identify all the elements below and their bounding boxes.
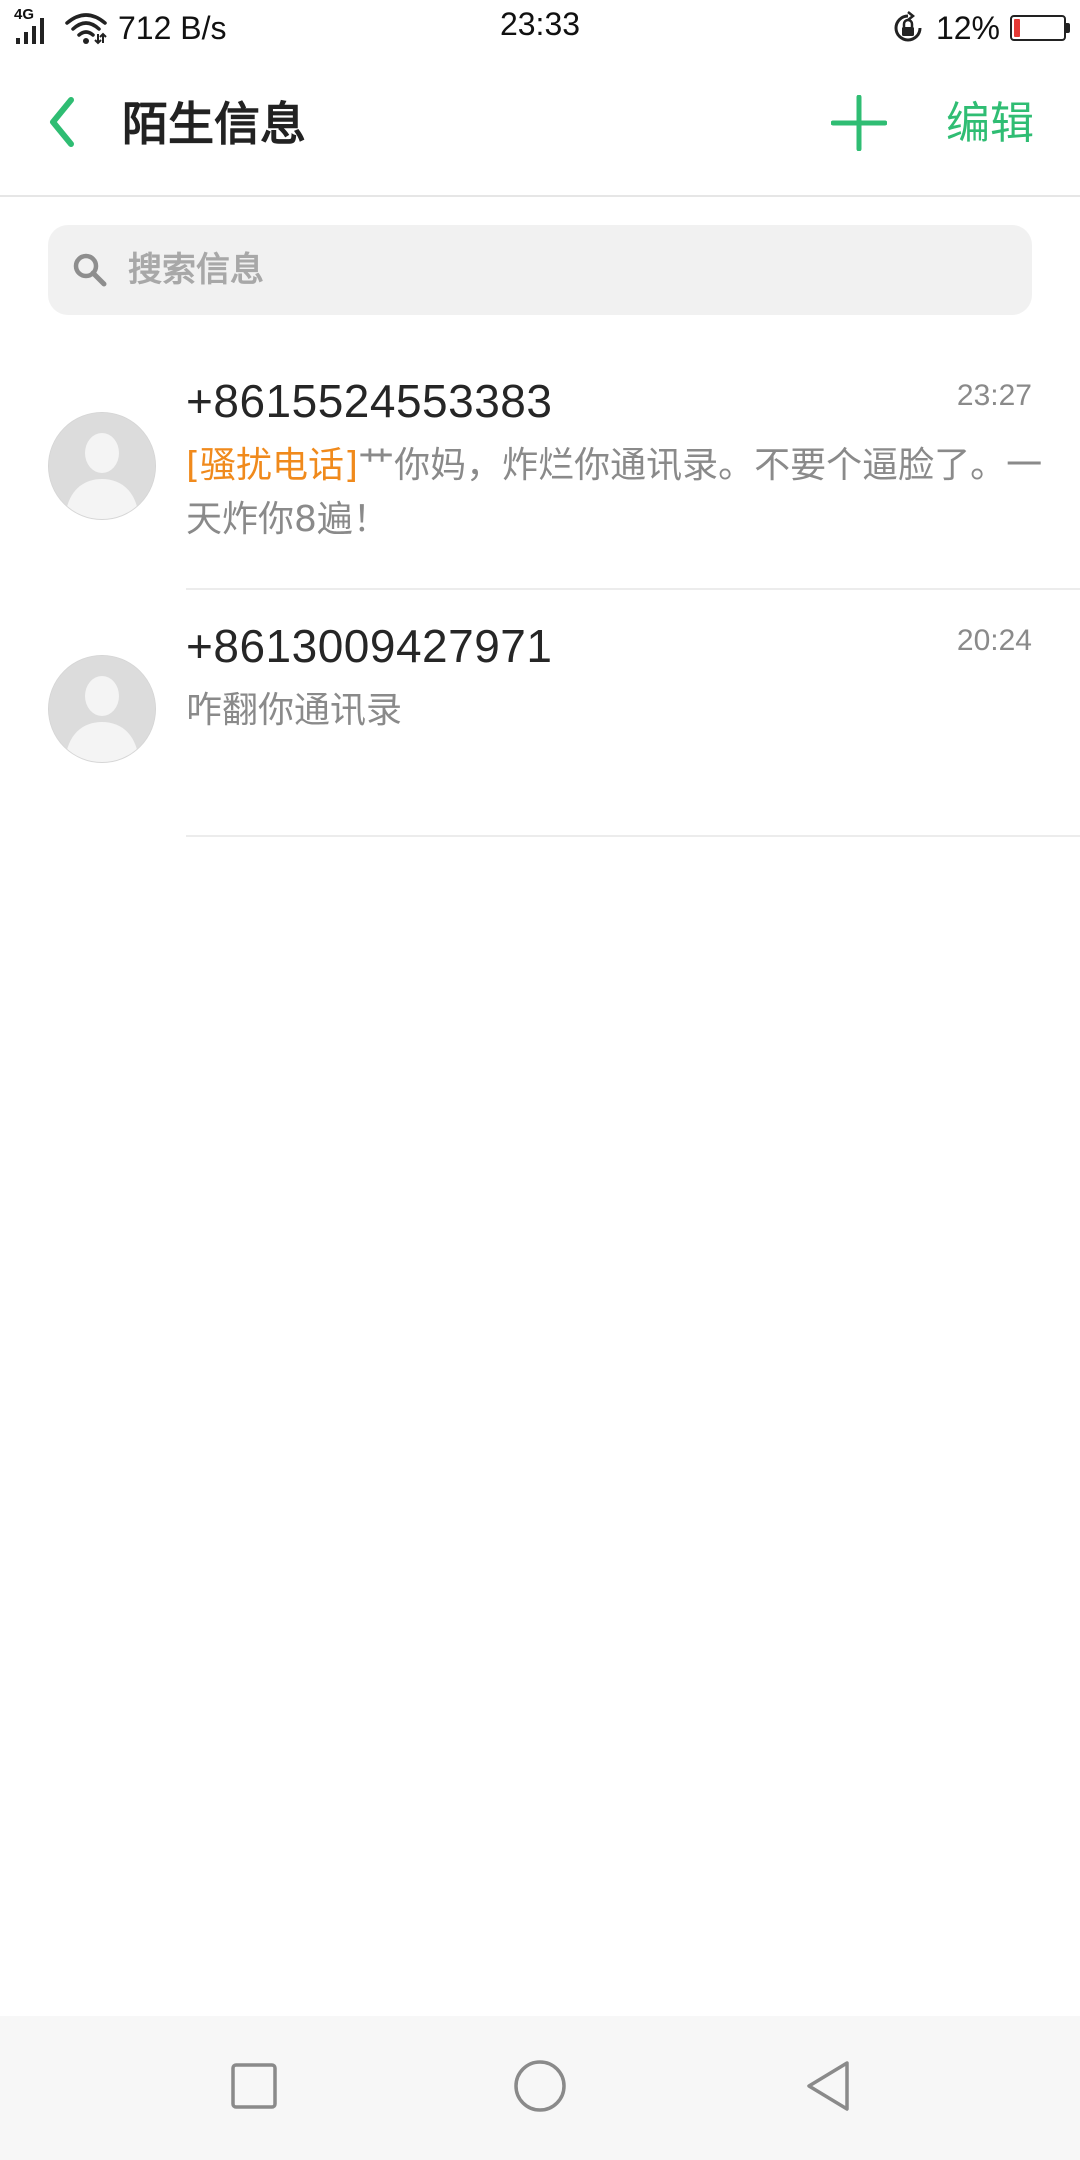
conversation-item[interactable]: +8613009427971 20:24 咋翻你通讯录 — [0, 590, 1080, 837]
page-title: 陌生信息 — [122, 97, 306, 151]
add-button[interactable] — [826, 92, 892, 158]
back-button[interactable] — [30, 92, 94, 156]
plus-icon — [830, 94, 888, 155]
navigation-bar — [0, 2016, 1080, 2160]
battery-level — [1014, 19, 1020, 37]
wifi-icon — [64, 10, 108, 46]
spam-tag: [骚扰电话] — [186, 445, 359, 486]
conversation-item[interactable]: +8615524553383 23:27 [骚扰电话]艹你妈，炸烂你通讯录。不要… — [0, 345, 1080, 590]
home-button[interactable] — [508, 2056, 572, 2120]
back-nav-button[interactable] — [796, 2056, 860, 2120]
divider — [186, 835, 1080, 837]
status-right: 12% — [890, 6, 1070, 50]
conversation-time: 23:27 — [956, 379, 1032, 412]
conversation-time: 20:24 — [956, 624, 1032, 657]
circle-icon — [512, 2058, 568, 2118]
snippet-text: 咋翻你通讯录 — [186, 690, 403, 731]
square-icon — [230, 2062, 278, 2114]
rotation-lock-icon — [890, 10, 926, 46]
conversation-snippet: 咋翻你通讯录 — [186, 684, 1046, 738]
recent-apps-button[interactable] — [222, 2056, 286, 2120]
person-silhouette-icon — [49, 656, 155, 762]
search-icon — [70, 250, 110, 290]
status-bar: 4G 712 B/s 23:33 12% — [0, 0, 1080, 56]
battery-icon — [1010, 15, 1070, 41]
chevron-left-icon — [45, 96, 79, 152]
conversation-list: +8615524553383 23:27 [骚扰电话]艹你妈，炸烂你通讯录。不要… — [0, 345, 1080, 837]
net-speed: 712 B/s — [118, 9, 227, 46]
conversation-sender: +8615524553383 — [186, 375, 553, 427]
battery-percent: 12% — [935, 9, 1000, 46]
status-left: 4G 712 B/s — [14, 6, 227, 50]
title-bar: 陌生信息 编辑 — [0, 56, 1080, 197]
person-silhouette-icon — [49, 413, 155, 519]
search-box[interactable] — [48, 225, 1032, 315]
avatar[interactable] — [48, 655, 156, 763]
search-input[interactable] — [126, 249, 990, 291]
edit-button[interactable]: 编辑 — [946, 92, 1034, 156]
avatar[interactable] — [48, 412, 156, 520]
triangle-back-icon — [803, 2059, 853, 2117]
messages-screen: 4G 712 B/s 23:33 12% 陌生信息 编辑 搜索信息 +86155… — [0, 0, 1080, 2160]
conversation-sender: +8613009427971 — [186, 620, 553, 672]
conversation-snippet: [骚扰电话]艹你妈，炸烂你通讯录。不要个逼脸了。一天炸你8遍！ — [186, 439, 1046, 547]
cell-signal-icon: 4G — [14, 6, 54, 46]
